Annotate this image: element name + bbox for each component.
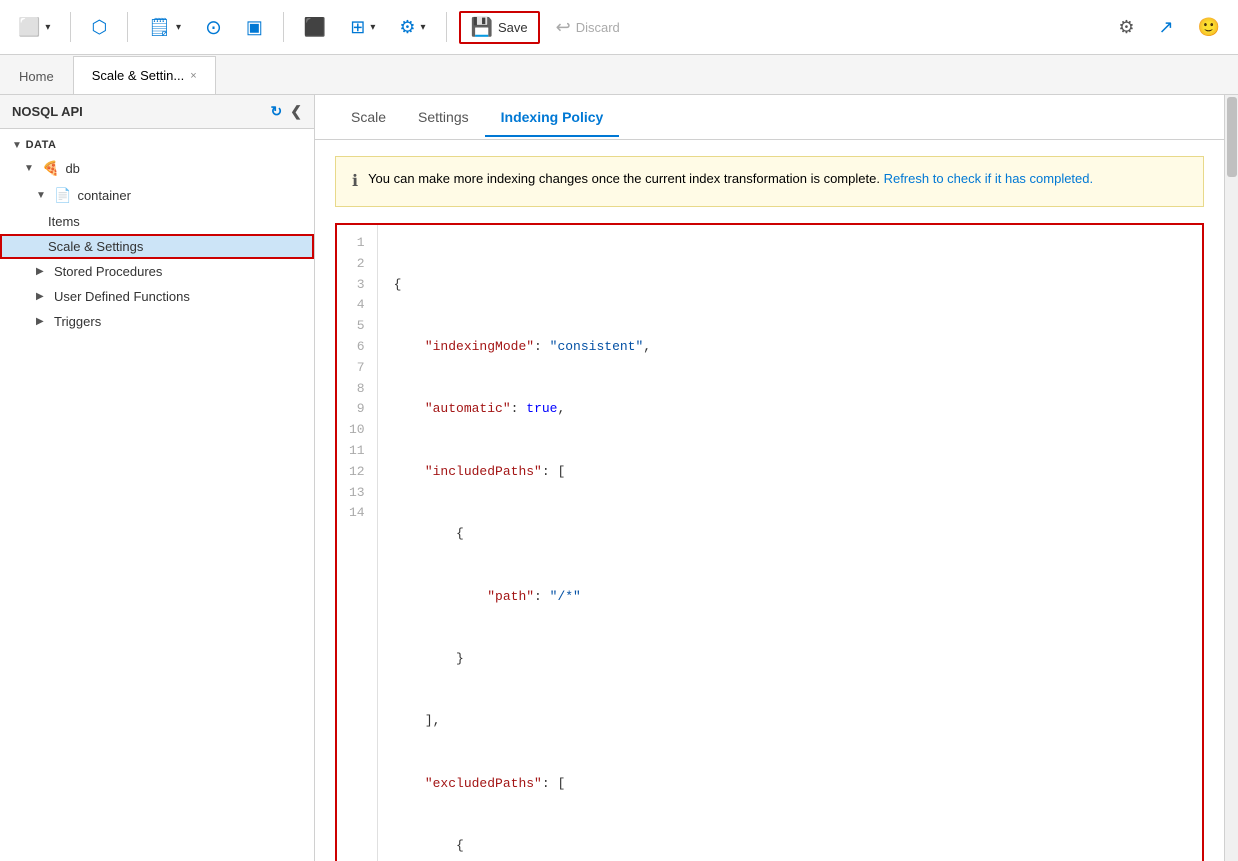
smiley-button[interactable]: 🙂 (1190, 12, 1228, 43)
share-button[interactable]: ↗ (1150, 12, 1181, 43)
container-icon: 📄 (54, 187, 71, 204)
code-content[interactable]: { "indexingMode": "consistent", "automat… (378, 225, 1202, 861)
db-arrow: ▼ (24, 163, 36, 174)
separator-3 (283, 12, 284, 42)
info-banner: ℹ You can make more indexing changes onc… (335, 156, 1204, 207)
expand-dropdown-icon: ▾ (370, 22, 375, 33)
sidebar-item-container[interactable]: ▼ 📄 container (0, 182, 314, 209)
share-icon: ↗ (1158, 17, 1173, 38)
separator-4 (446, 12, 447, 42)
scale-settings-label: Scale & Settings (48, 239, 302, 254)
code-editor[interactable]: 1 2 3 4 5 6 7 8 9 10 11 12 13 14 { "inde… (335, 223, 1204, 861)
items-label: Items (48, 214, 302, 229)
expand-button[interactable]: ⊞ ▾ (342, 12, 383, 43)
toolbar: ⬜ ▾ ⬡ 🗒 ▾ ⊙ ▣ ⬛ ⊞ ▾ ⚙ ▾ 💾 Save ↩ Discard (0, 0, 1238, 55)
container-label: container (77, 188, 302, 203)
sub-tab-scale-label: Scale (351, 109, 386, 125)
open-query-icon: 🗒 (148, 17, 171, 38)
sub-tab-indexing-policy[interactable]: Indexing Policy (485, 99, 620, 137)
sub-tab-settings-label: Settings (418, 109, 469, 125)
info-icon: ℹ (352, 170, 358, 194)
sidebar-section-data: ▼ DATA (0, 129, 314, 155)
separator-2 (127, 12, 128, 42)
github-icon: ⊙ (205, 15, 222, 40)
sidebar-item-stored-procedures[interactable]: ▶ Stored Procedures (0, 259, 314, 284)
tab-close-icon[interactable]: × (190, 70, 196, 82)
cosmos-icon: ⬡ (91, 17, 107, 38)
sidebar-item-triggers[interactable]: ▶ Triggers (0, 309, 314, 334)
separator-1 (70, 12, 71, 42)
db-icon: 🍕 (42, 160, 59, 177)
new-doc-icon: ⬜ (18, 17, 40, 38)
sub-tab-indexing-policy-label: Indexing Policy (501, 109, 604, 125)
cosmos-icon-button[interactable]: ⬡ (83, 12, 115, 43)
discard-label: Discard (576, 20, 620, 35)
tab-home-label: Home (19, 69, 54, 84)
section-data-label: DATA (26, 139, 57, 151)
sidebar-item-db[interactable]: ▼ 🍕 db (0, 155, 314, 182)
terminal-icon: ▣ (246, 17, 263, 38)
save-icon: 💾 (471, 17, 493, 38)
new-container-button[interactable]: ⬛ (296, 12, 334, 43)
terminal-button[interactable]: ▣ (238, 12, 271, 43)
new-doc-dropdown-icon: ▾ (45, 22, 50, 33)
gear-right-icon: ⚙ (1118, 17, 1134, 38)
udf-label: User Defined Functions (54, 289, 302, 304)
tab-scale-settings[interactable]: Scale & Settin... × (73, 56, 216, 94)
new-container-icon: ⬛ (304, 17, 326, 38)
sidebar-item-scale-settings[interactable]: Scale & Settings (0, 234, 314, 259)
save-label: Save (498, 20, 528, 35)
triggers-arrow: ▶ (36, 316, 48, 327)
main-layout: NOSQL API ↻ ❮ ▼ DATA ▼ 🍕 db ▼ 📄 containe… (0, 95, 1238, 861)
open-query-button[interactable]: 🗒 ▾ (140, 12, 189, 43)
settings-button[interactable]: ⚙ ▾ (391, 12, 433, 43)
info-banner-text: You can make more indexing changes once … (368, 169, 1093, 189)
scrollbar-thumb[interactable] (1227, 97, 1237, 177)
triggers-label: Triggers (54, 314, 302, 329)
sidebar-title: NOSQL API (12, 104, 83, 119)
sidebar-header: NOSQL API ↻ ❮ (0, 95, 314, 129)
db-label: db (65, 161, 302, 176)
stored-procedures-label: Stored Procedures (54, 264, 302, 279)
collapse-icon[interactable]: ❮ (290, 103, 302, 120)
discard-icon: ↩ (556, 17, 571, 38)
container-arrow: ▼ (36, 190, 48, 201)
new-document-button[interactable]: ⬜ ▾ (10, 12, 58, 43)
discard-button[interactable]: ↩ Discard (548, 12, 628, 43)
smiley-icon: 🙂 (1198, 17, 1220, 38)
github-button[interactable]: ⊙ (197, 10, 230, 45)
tab-home[interactable]: Home (0, 58, 73, 94)
expand-icon: ⊞ (350, 17, 365, 38)
sub-tab-scale[interactable]: Scale (335, 99, 402, 137)
sidebar: NOSQL API ↻ ❮ ▼ DATA ▼ 🍕 db ▼ 📄 containe… (0, 95, 315, 861)
sub-tab-settings[interactable]: Settings (402, 99, 485, 137)
sub-tabs: Scale Settings Indexing Policy (315, 95, 1224, 140)
scrollbar-track[interactable] (1224, 95, 1238, 861)
header-actions: ↻ ❮ (271, 103, 302, 120)
sidebar-item-items[interactable]: Items (0, 209, 314, 234)
udf-arrow: ▶ (36, 291, 48, 302)
settings-dropdown-icon: ▾ (421, 22, 426, 33)
open-query-dropdown-icon: ▾ (176, 22, 181, 33)
content-area: Scale Settings Indexing Policy ℹ You can… (315, 95, 1224, 861)
tab-scale-settings-label: Scale & Settin... (92, 68, 185, 83)
line-numbers: 1 2 3 4 5 6 7 8 9 10 11 12 13 14 (337, 225, 378, 861)
stored-proc-arrow: ▶ (36, 266, 48, 277)
tab-bar: Home Scale & Settin... × (0, 55, 1238, 95)
refresh-icon[interactable]: ↻ (271, 103, 283, 120)
settings-right-button[interactable]: ⚙ (1110, 12, 1142, 43)
refresh-link[interactable]: Refresh to check if it has completed. (884, 171, 1094, 186)
save-button[interactable]: 💾 Save (459, 11, 540, 44)
sidebar-item-udf[interactable]: ▶ User Defined Functions (0, 284, 314, 309)
settings-icon: ⚙ (399, 17, 415, 38)
